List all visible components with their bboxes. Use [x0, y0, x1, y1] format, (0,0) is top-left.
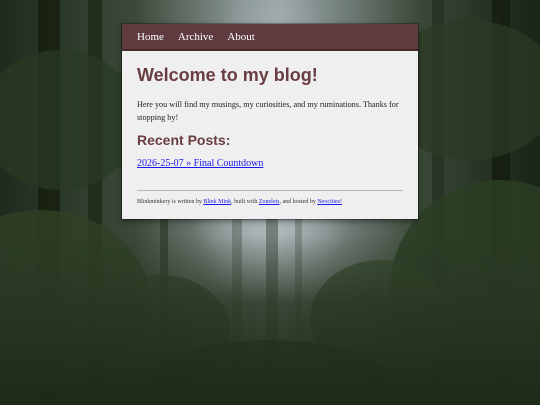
intro-text: Here you will find my musings, my curios… — [137, 100, 399, 122]
footer: Blinkminkery is written by Blink Mink, b… — [137, 190, 403, 205]
neocities-link[interactable]: Neocities! — [317, 199, 342, 205]
footer-text: , built with — [231, 199, 259, 205]
zonelets-link[interactable]: Zonelets — [259, 199, 280, 205]
post-link[interactable]: 2026-25-07 » Final Countdown — [137, 158, 403, 169]
page-title: Welcome to my blog! — [137, 65, 318, 85]
top-nav: Home Archive About — [122, 24, 418, 51]
nav-archive-link[interactable]: Archive — [178, 31, 213, 43]
footer-text: Blinkminkery is written by — [137, 199, 204, 205]
nav-home-link[interactable]: Home — [137, 31, 164, 43]
recent-posts-heading: Recent Posts: — [137, 132, 231, 148]
main-content: Welcome to my blog! Here you will find m… — [122, 51, 418, 169]
author-link[interactable]: Blink Mink — [203, 199, 231, 205]
nav-about-link[interactable]: About — [227, 31, 255, 43]
footer-text: , and hosted by — [279, 199, 318, 205]
blog-card: Home Archive About Welcome to my blog! H… — [122, 24, 418, 219]
